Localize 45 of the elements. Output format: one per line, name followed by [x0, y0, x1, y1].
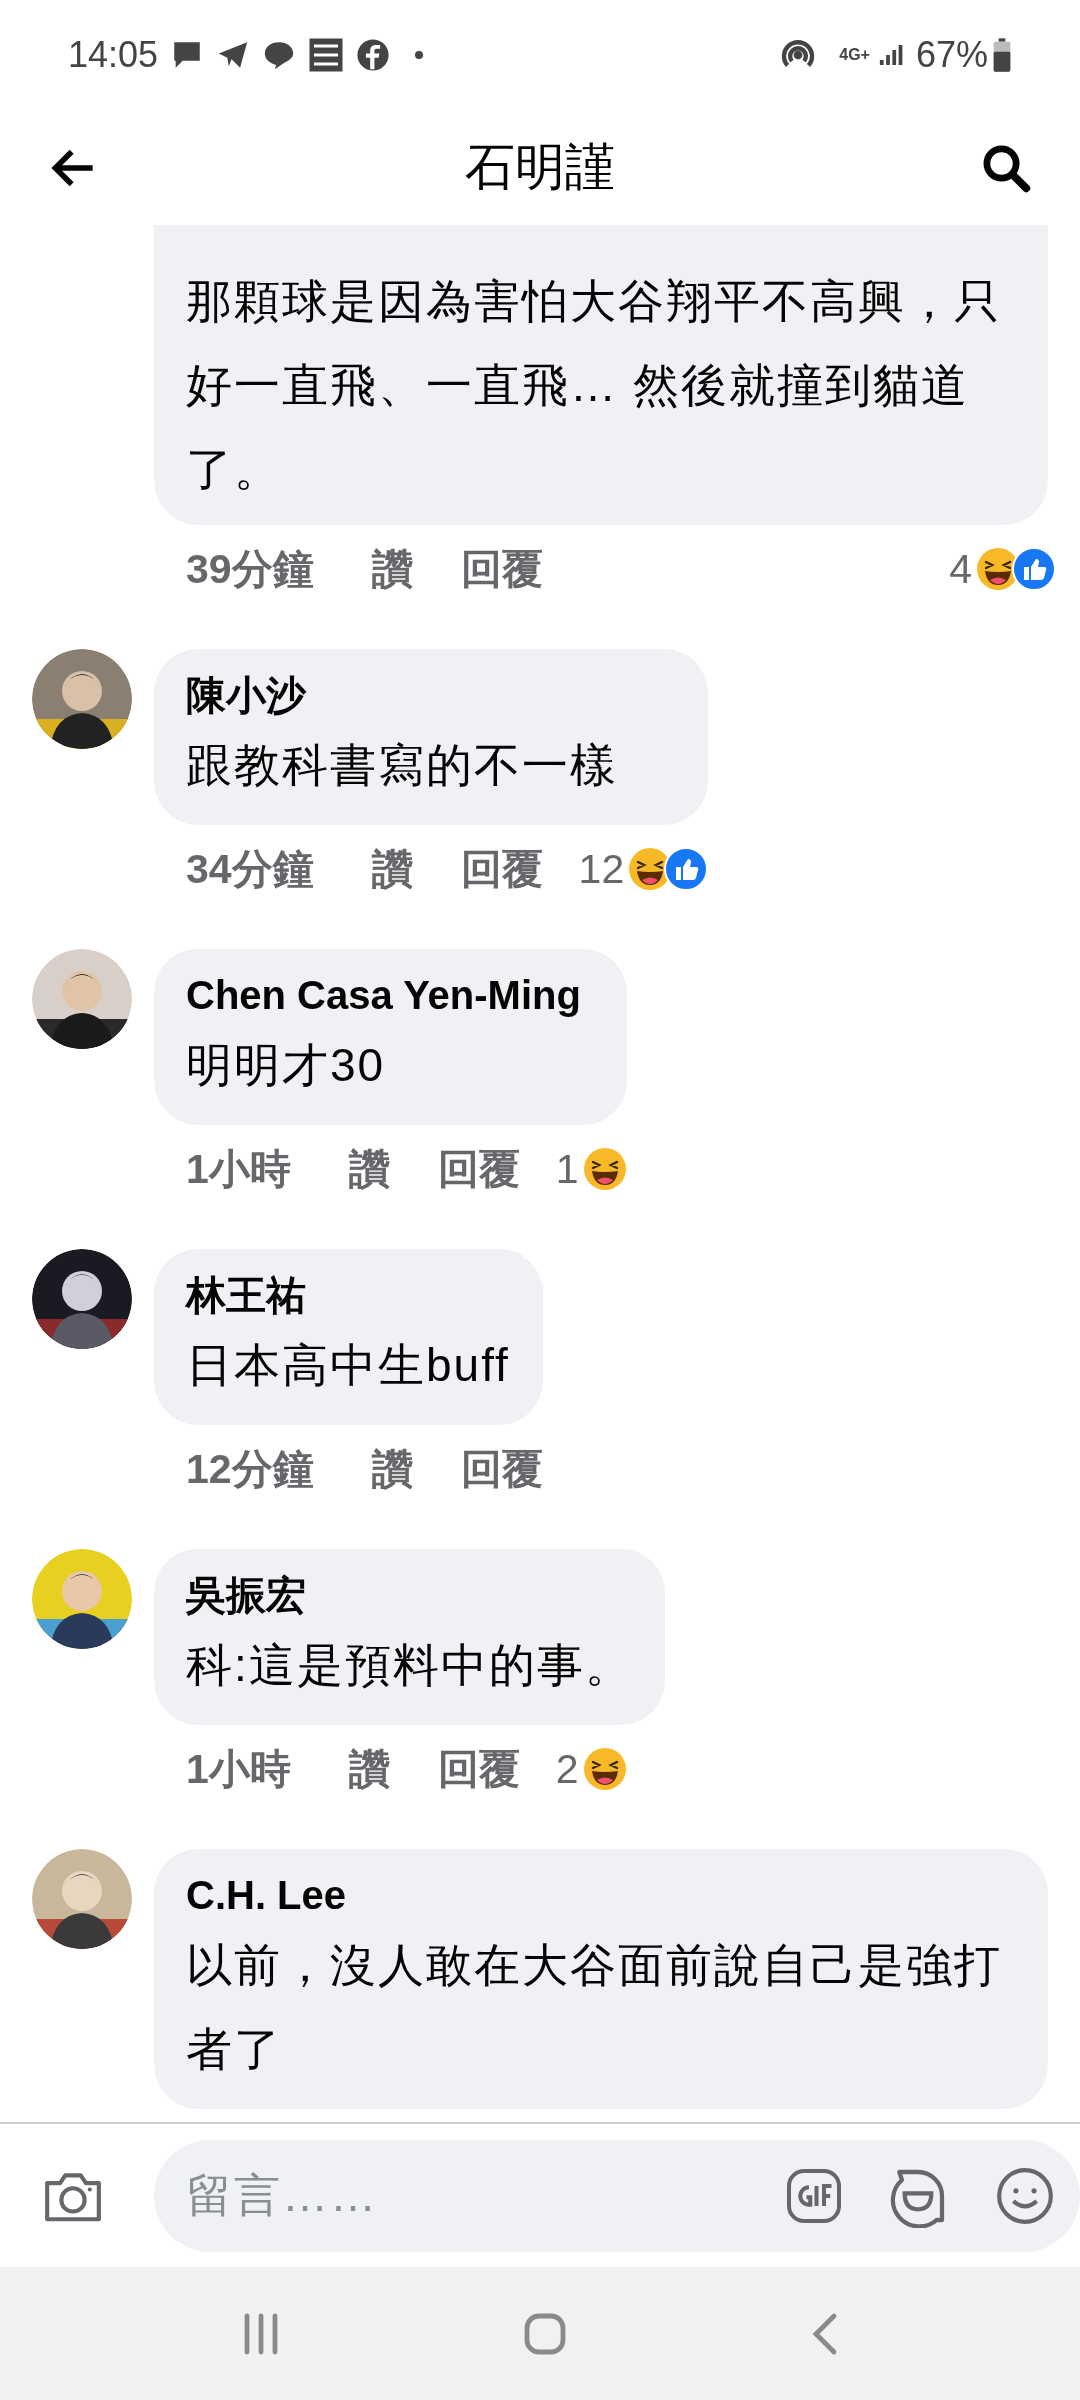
comment-bar[interactable]: 留言……	[154, 2139, 1080, 2252]
like-link[interactable]: 讚	[369, 839, 415, 899]
commenter-name[interactable]: 陳小沙	[186, 667, 677, 723]
battery-percent: 67%	[915, 33, 988, 77]
comment-input[interactable]: 留言……	[186, 2161, 784, 2230]
comment-text: 跟教科書寫的不一樣	[186, 738, 619, 793]
thumbs-up-icon	[1012, 547, 1056, 591]
comment-time: 12分鐘	[186, 1445, 314, 1494]
laughing-emoji-icon	[582, 1747, 627, 1791]
reply-link[interactable]: 回覆	[460, 539, 543, 599]
reaction-count[interactable]: 12	[578, 839, 625, 899]
comment-time: 39分鐘	[186, 545, 314, 594]
network-type: 4G+	[839, 47, 870, 63]
comment-time: 1小時	[186, 1745, 291, 1794]
comment-text: 那顆球是因為害怕大谷翔平不高興，只好一直飛、一直飛… 然後就撞到貓道了。	[186, 274, 1003, 497]
commenter-name[interactable]: Chen Casa Yen-Ming	[186, 967, 595, 1023]
like-link[interactable]: 讚	[346, 1739, 392, 1799]
comment-text: 明明才30	[186, 1038, 387, 1093]
app-tile-icon	[308, 37, 345, 73]
comment-text: 日本高中生buff	[186, 1338, 511, 1393]
status-time: 14:05	[68, 33, 159, 77]
reaction-count[interactable]: 1	[555, 1139, 579, 1199]
comment-text: 以前，沒人敢在大谷面前說自己是強打者了	[186, 1938, 1003, 2077]
facebook-icon	[356, 38, 391, 72]
reaction-count[interactable]: 2	[555, 1739, 579, 1799]
commenter-name[interactable]: 吳振宏	[186, 1567, 633, 1623]
page-title: 石明謹	[464, 138, 616, 197]
home-icon[interactable]	[523, 2311, 567, 2356]
commenter-name[interactable]: 林王祐	[186, 1267, 511, 1323]
like-link[interactable]: 讚	[369, 539, 415, 599]
reply-link[interactable]: 回覆	[437, 1739, 520, 1799]
dot-icon	[414, 50, 425, 60]
reply-link[interactable]: 回覆	[460, 1439, 543, 1499]
laughing-emoji-icon	[582, 1147, 627, 1191]
comment-text: 科:這是預料中的事。	[186, 1638, 633, 1693]
comment-time: 1小時	[186, 1145, 291, 1194]
like-link[interactable]: 讚	[346, 1139, 392, 1199]
battery-icon	[992, 38, 1012, 72]
reply-link[interactable]: 回覆	[460, 839, 543, 899]
thumbs-up-icon	[664, 847, 709, 891]
reply-link[interactable]: 回覆	[437, 1139, 520, 1199]
reaction-count[interactable]: 4	[949, 539, 972, 599]
like-link[interactable]: 讚	[369, 1439, 415, 1499]
commenter-name[interactable]: C.H. Lee	[186, 1867, 1016, 1923]
comment-time: 34分鐘	[186, 845, 314, 894]
